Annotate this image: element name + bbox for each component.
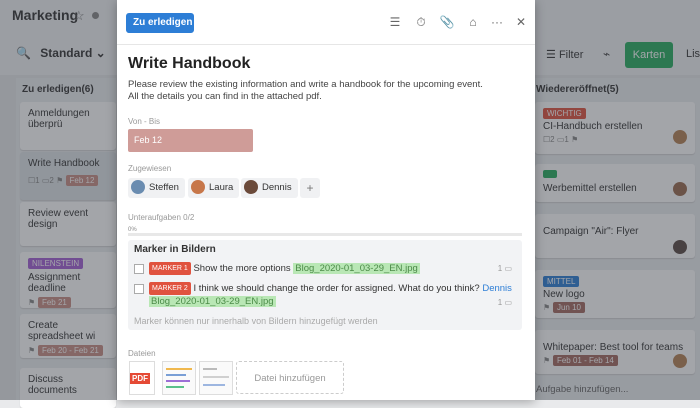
- image-thumbnail[interactable]: [199, 361, 233, 395]
- marker-file-link[interactable]: Blog_2020-01_03-29_EN.jpg: [293, 263, 420, 275]
- assignee-chip[interactable]: Dennis: [241, 178, 298, 198]
- subtasks-label-text: Unteraufgaben: [128, 213, 181, 222]
- marker-item[interactable]: MARKER 1 Show the more options Blog_2020…: [134, 262, 512, 275]
- marker-item[interactable]: MARKER 2 I think we should change the or…: [134, 282, 512, 308]
- marker-number: 2: [183, 285, 188, 292]
- files-label: Dateien: [128, 349, 156, 358]
- subtasks-count: 0/2: [183, 213, 195, 222]
- marker-checkbox[interactable]: [134, 283, 144, 294]
- task-detail-modal: Zu erledigen ▾ ☰ ⏱ 📎 ⌂ ··· ✕ Write Handb…: [117, 0, 535, 400]
- marker-checkbox[interactable]: [134, 263, 144, 274]
- assigned-label: Zugewiesen: [128, 164, 172, 173]
- markers-title: Marker in Bildern: [134, 244, 216, 255]
- description-line: All the details you can find in the atta…: [128, 91, 322, 102]
- avatar: [191, 180, 205, 195]
- marker-text: Show the more options: [193, 263, 291, 275]
- tag-icon[interactable]: ⌂: [465, 15, 481, 29]
- date-range-field[interactable]: Feb 12: [128, 129, 253, 152]
- add-assignee-button[interactable]: +: [300, 178, 320, 198]
- pdf-label: PDF: [130, 373, 150, 384]
- timer-icon[interactable]: ⏱: [413, 15, 429, 30]
- assignee-name: Steffen: [149, 182, 179, 193]
- avatar: [244, 180, 258, 195]
- checklist-icon[interactable]: ☰: [387, 15, 403, 29]
- subtasks-label: Unteraufgaben 0/2: [128, 213, 194, 222]
- subtasks-progress-bar: [128, 233, 522, 236]
- status-dropdown[interactable]: Zu erledigen ▾: [126, 13, 194, 47]
- more-options-icon[interactable]: ···: [489, 15, 505, 29]
- markers-hint: Marker können nur innerhalb von Bildern …: [134, 316, 378, 326]
- marker-count-value: 1: [497, 264, 503, 273]
- marker-count-value: 1: [497, 298, 503, 307]
- marker-badge-text: MARKER: [152, 285, 182, 292]
- status-label: Zu erledigen: [133, 17, 193, 28]
- marker-comment-count: 1 ▭: [498, 262, 512, 275]
- date-label: Von - Bis: [128, 117, 161, 126]
- marker-badge: MARKER 1: [149, 262, 191, 275]
- comment-icon: ▭: [504, 298, 512, 307]
- assignee-chip[interactable]: Laura: [188, 178, 240, 198]
- assignee-chip[interactable]: Steffen: [128, 178, 185, 198]
- pdf-file-icon[interactable]: PDF: [129, 361, 155, 395]
- mentioned-user-link[interactable]: Dennis: [482, 283, 512, 294]
- marker-badge: MARKER 2: [149, 282, 191, 295]
- image-thumbnail[interactable]: [162, 361, 196, 395]
- comment-icon: ▭: [504, 264, 512, 273]
- add-file-dropzone[interactable]: Datei hinzufügen: [236, 361, 344, 394]
- task-description[interactable]: Please review the existing information a…: [128, 79, 518, 103]
- task-title[interactable]: Write Handbook: [128, 55, 250, 73]
- marker-number: 1: [183, 265, 188, 272]
- marker-badge-text: MARKER: [152, 265, 182, 272]
- close-icon[interactable]: ✕: [513, 15, 529, 29]
- description-line: Please review the existing information a…: [128, 79, 483, 90]
- avatar: [131, 180, 145, 195]
- attachment-icon[interactable]: 📎: [439, 15, 455, 29]
- divider: [117, 44, 535, 45]
- assignee-name: Laura: [209, 182, 234, 193]
- assignee-name: Dennis: [262, 182, 292, 193]
- marker-comment-count: 1 ▭: [498, 296, 512, 309]
- marker-text: I think we should change the order for a…: [193, 283, 480, 295]
- image-markers-panel: Marker in Bildern MARKER 1 Show the more…: [128, 240, 522, 330]
- marker-file-link[interactable]: Blog_2020-01_03-29_EN.jpg: [149, 296, 276, 308]
